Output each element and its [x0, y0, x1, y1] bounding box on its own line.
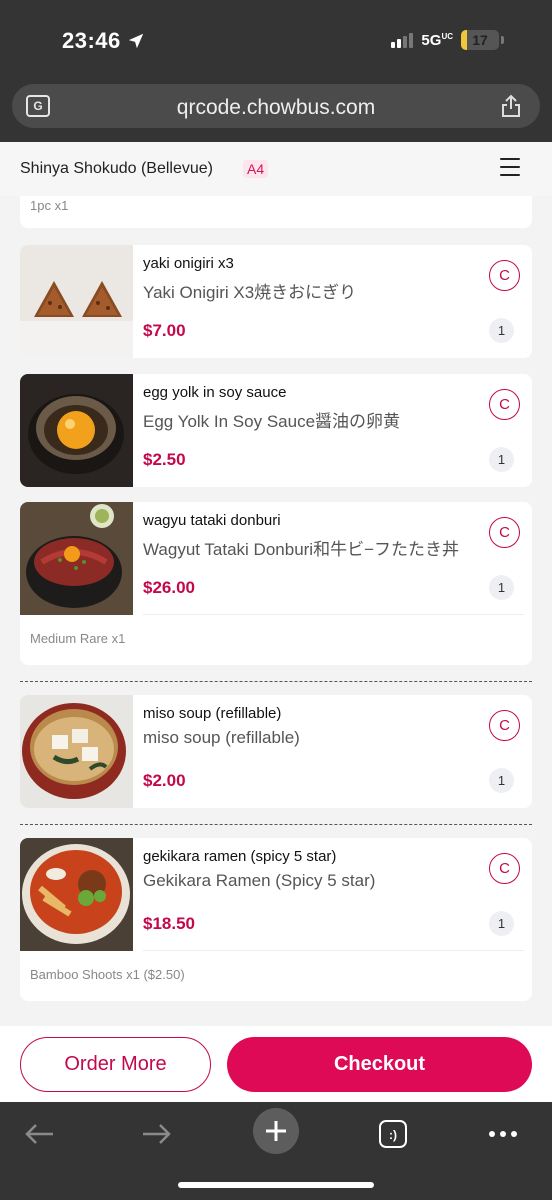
network-label: 5GUC	[421, 31, 453, 49]
checkout-button[interactable]: Checkout	[227, 1037, 532, 1092]
item-thumbnail	[20, 245, 133, 358]
svg-text::): :)	[389, 1128, 397, 1142]
item-subtitle: Egg Yolk In Soy Sauce醤油の卵黄	[143, 412, 401, 431]
item-name: miso soup (refillable)	[143, 705, 282, 722]
item-name: gekikara ramen (spicy 5 star)	[143, 848, 337, 865]
restaurant-name: Shinya Shokudo (Bellevue)	[20, 160, 214, 177]
item-thumbnail	[20, 695, 133, 808]
c-button[interactable]: C	[489, 389, 520, 420]
item-price: $2.50	[143, 450, 186, 469]
divider	[143, 950, 524, 951]
order-list[interactable]: 1pc x1 yaki onigiri x3 Yaki Onigiri X3焼き…	[0, 196, 552, 1026]
item-price: $18.50	[143, 914, 195, 933]
table-badge: A4	[243, 160, 269, 178]
url-text[interactable]: qrcode.chowbus.com	[12, 96, 540, 120]
hamburger-menu-icon[interactable]	[500, 158, 520, 176]
order-more-button[interactable]: Order More	[20, 1037, 211, 1092]
back-icon[interactable]	[16, 1114, 62, 1154]
item-price: $2.00	[143, 771, 186, 790]
item-name: wagyu tataki donburi	[143, 512, 281, 529]
c-button[interactable]: C	[489, 853, 520, 884]
divider	[143, 614, 524, 615]
more-icon[interactable]	[480, 1114, 526, 1154]
list-item[interactable]: miso soup (refillable) miso soup (refill…	[20, 695, 532, 808]
status-bar: 23:46 5GUC 17	[0, 0, 552, 82]
item-subtitle: Yaki Onigiri X3焼きおにぎり	[143, 283, 357, 302]
group-divider	[20, 681, 532, 682]
c-button[interactable]: C	[489, 260, 520, 291]
signal-icon	[391, 32, 414, 48]
quantity-badge: 1	[489, 575, 514, 600]
quantity-badge: 1	[489, 911, 514, 936]
item-subtitle: Wagyut Tataki Donburi和牛ビ−フたたき丼	[143, 540, 460, 559]
status-indicators: 5GUC 17	[391, 30, 504, 50]
item-option-note: Medium Rare x1	[30, 631, 126, 646]
tabs-icon[interactable]: :)	[370, 1114, 416, 1154]
item-thumbnail	[20, 502, 133, 615]
list-item[interactable]: yaki onigiri x3 Yaki Onigiri X3焼きおにぎり $7…	[20, 245, 532, 358]
item-price: $7.00	[143, 321, 186, 340]
list-item[interactable]: wagyu tataki donburi Wagyut Tataki Donbu…	[20, 502, 532, 665]
status-time: 23:46	[62, 28, 145, 54]
item-subtitle: Gekikara Ramen (Spicy 5 star)	[143, 871, 376, 890]
item-name: yaki onigiri x3	[143, 255, 234, 272]
item-subtitle: miso soup (refillable)	[143, 728, 300, 747]
quantity-badge: 1	[489, 447, 514, 472]
item-thumbnail	[20, 838, 133, 951]
battery-percent: 17	[472, 32, 488, 48]
share-icon[interactable]	[500, 94, 522, 118]
c-button[interactable]: C	[489, 517, 520, 548]
item-name: egg yolk in soy sauce	[143, 384, 287, 401]
c-button[interactable]: C	[489, 710, 520, 741]
bottom-actions: Order More Checkout	[0, 1026, 552, 1102]
home-indicator	[178, 1182, 374, 1188]
item-option-note: Bamboo Shoots x1 ($2.50)	[30, 967, 185, 982]
item-price: $26.00	[143, 578, 195, 597]
new-tab-icon[interactable]	[253, 1108, 299, 1154]
previous-item-card: 1pc x1	[20, 196, 532, 228]
quantity-badge: 1	[489, 768, 514, 793]
address-bar[interactable]: G qrcode.chowbus.com	[12, 84, 540, 128]
browser-url-area: G qrcode.chowbus.com	[0, 82, 552, 142]
item-thumbnail	[20, 374, 133, 487]
location-arrow-icon	[128, 33, 143, 49]
group-divider	[20, 824, 532, 825]
forward-icon[interactable]	[134, 1114, 180, 1154]
battery-icon: 17	[461, 30, 499, 50]
quantity-badge: 1	[489, 318, 514, 343]
time-label: 23:46	[62, 28, 121, 53]
list-item[interactable]: gekikara ramen (spicy 5 star) Gekikara R…	[20, 838, 532, 1001]
battery-tip	[501, 36, 504, 44]
list-item[interactable]: egg yolk in soy sauce Egg Yolk In Soy Sa…	[20, 374, 532, 487]
battery-fill	[461, 30, 468, 50]
page-header: Shinya Shokudo (Bellevue) A4	[0, 142, 552, 196]
browser-toolbar: :)	[0, 1102, 552, 1200]
item-option-note: 1pc x1	[30, 198, 69, 213]
